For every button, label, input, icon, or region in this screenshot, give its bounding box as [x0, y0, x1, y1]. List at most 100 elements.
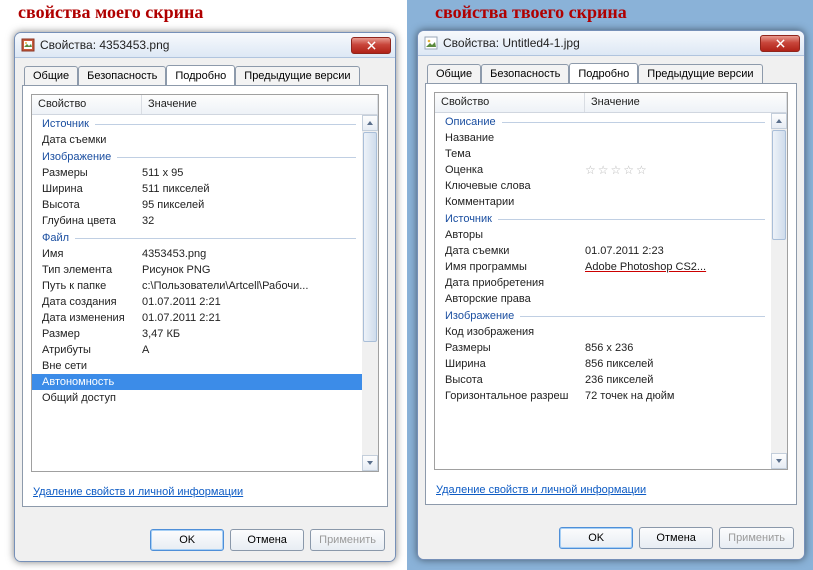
property-value — [142, 133, 362, 147]
property-row[interactable]: Высота95 пикселей — [32, 197, 362, 213]
property-value: 856 x 236 — [585, 341, 771, 355]
section-header: Источник — [435, 210, 771, 227]
property-value: 511 x 95 — [142, 166, 362, 180]
tab-details[interactable]: Подробно — [569, 63, 638, 83]
property-row[interactable]: Глубина цвета32 — [32, 213, 362, 229]
property-row[interactable]: Высота236 пикселей — [435, 372, 771, 388]
property-row[interactable]: Вне сети — [32, 358, 362, 374]
tab-previous-versions[interactable]: Предыдущие версии — [638, 64, 762, 84]
property-name: Горизонтальное разреш — [445, 389, 585, 403]
window-title: Свойства: Untitled4-1.jpg — [443, 36, 760, 50]
tab-security[interactable]: Безопасность — [481, 64, 569, 84]
property-name: Вне сети — [42, 359, 142, 373]
property-value: c:\Пользователи\Artcell\Рабочи... — [142, 279, 362, 293]
property-value: 72 точек на дюйм — [585, 389, 771, 403]
property-row[interactable]: Дата съемки01.07.2011 2:23 — [435, 243, 771, 259]
column-property[interactable]: Свойство — [32, 95, 142, 114]
property-row[interactable]: Название — [435, 130, 771, 146]
rating-stars[interactable]: ☆☆☆☆☆ — [585, 163, 649, 177]
property-name: Дата изменения — [42, 311, 142, 325]
window-title: Свойства: 4353453.png — [40, 38, 351, 52]
property-row[interactable]: Авторы — [435, 227, 771, 243]
property-row[interactable]: Дата изменения01.07.2011 2:21 — [32, 310, 362, 326]
titlebar[interactable]: Свойства: 4353453.png — [15, 33, 395, 58]
property-row[interactable]: Дата приобретения — [435, 275, 771, 291]
property-value — [585, 195, 771, 209]
property-row[interactable]: Горизонтальное разреш72 точек на дюйм — [435, 388, 771, 404]
property-row[interactable]: Размеры511 x 95 — [32, 165, 362, 181]
section-header: Изображение — [435, 307, 771, 324]
column-value[interactable]: Значение — [142, 95, 378, 114]
property-row[interactable]: Дата съемки — [32, 132, 362, 148]
property-name: Общий доступ — [42, 391, 142, 405]
property-name: Размеры — [42, 166, 142, 180]
property-grid: Свойство Значение ИсточникДата съемкиИзо… — [31, 94, 379, 472]
property-row[interactable]: Автономность — [32, 374, 362, 390]
property-value — [585, 228, 771, 242]
scroll-down-button[interactable] — [362, 455, 378, 471]
scroll-up-button[interactable] — [362, 115, 378, 131]
column-property[interactable]: Свойство — [435, 93, 585, 112]
property-name: Глубина цвета — [42, 214, 142, 228]
property-value: 4353453.png — [142, 247, 362, 261]
property-value: 01.07.2011 2:23 — [585, 244, 771, 258]
close-button[interactable] — [351, 37, 391, 54]
property-row[interactable]: Имя программыAdobe Photoshop CS2... — [435, 259, 771, 275]
property-value — [142, 375, 362, 389]
remove-properties-link[interactable]: Удаление свойств и личной информации — [436, 484, 646, 496]
property-row[interactable]: Размер3,47 КБ — [32, 326, 362, 342]
property-row[interactable]: Дата создания01.07.2011 2:21 — [32, 294, 362, 310]
scroll-up-button[interactable] — [771, 113, 787, 129]
property-row[interactable]: Общий доступ — [32, 390, 362, 406]
property-value — [585, 179, 771, 193]
tab-details[interactable]: Подробно — [166, 65, 235, 85]
property-row[interactable]: Ширина856 пикселей — [435, 356, 771, 372]
property-value: ☆☆☆☆☆ — [585, 163, 771, 177]
cancel-button[interactable]: Отмена — [639, 527, 713, 549]
property-value: 01.07.2011 2:21 — [142, 311, 362, 325]
titlebar[interactable]: Свойства: Untitled4-1.jpg — [418, 31, 804, 56]
property-row[interactable]: АтрибутыA — [32, 342, 362, 358]
property-row[interactable]: Тема — [435, 146, 771, 162]
tab-previous-versions[interactable]: Предыдущие версии — [235, 66, 359, 86]
property-value: Рисунок PNG — [142, 263, 362, 277]
tab-general[interactable]: Общие — [24, 66, 78, 86]
ok-button[interactable]: OK — [150, 529, 224, 551]
vertical-scrollbar[interactable] — [362, 115, 378, 471]
tabs-left: Общие Безопасность Подробно Предыдущие в… — [22, 66, 388, 86]
property-name: Путь к папке — [42, 279, 142, 293]
property-row[interactable]: Ключевые слова — [435, 178, 771, 194]
property-name: Атрибуты — [42, 343, 142, 357]
property-name: Высота — [42, 198, 142, 212]
scroll-thumb[interactable] — [772, 130, 786, 240]
property-name: Авторы — [445, 228, 585, 242]
property-row[interactable]: Авторские права — [435, 291, 771, 307]
property-row[interactable]: Размеры856 x 236 — [435, 340, 771, 356]
section-header: Описание — [435, 113, 771, 130]
property-name: Дата съемки — [445, 244, 585, 258]
cancel-button[interactable]: Отмена — [230, 529, 304, 551]
property-row[interactable]: Комментарии — [435, 194, 771, 210]
property-name: Автономность — [42, 375, 142, 389]
property-name: Ширина — [445, 357, 585, 371]
property-row[interactable]: Код изображения — [435, 324, 771, 340]
ok-button[interactable]: OK — [559, 527, 633, 549]
tab-general[interactable]: Общие — [427, 64, 481, 84]
property-value — [142, 359, 362, 373]
property-name: Тема — [445, 147, 585, 161]
scroll-down-button[interactable] — [771, 453, 787, 469]
column-value[interactable]: Значение — [585, 93, 787, 112]
property-row[interactable]: Имя4353453.png — [32, 246, 362, 262]
tab-security[interactable]: Безопасность — [78, 66, 166, 86]
property-row[interactable]: Путь к папкеc:\Пользователи\Artcell\Рабо… — [32, 278, 362, 294]
property-name: Оценка — [445, 163, 585, 177]
scroll-thumb[interactable] — [363, 132, 377, 342]
remove-properties-link[interactable]: Удаление свойств и личной информации — [33, 486, 243, 498]
vertical-scrollbar[interactable] — [771, 113, 787, 469]
property-row[interactable]: Ширина511 пикселей — [32, 181, 362, 197]
property-row[interactable]: Тип элементаРисунок PNG — [32, 262, 362, 278]
close-button[interactable] — [760, 35, 800, 52]
property-name: Размеры — [445, 341, 585, 355]
property-row[interactable]: Оценка☆☆☆☆☆ — [435, 162, 771, 178]
property-value — [585, 131, 771, 145]
